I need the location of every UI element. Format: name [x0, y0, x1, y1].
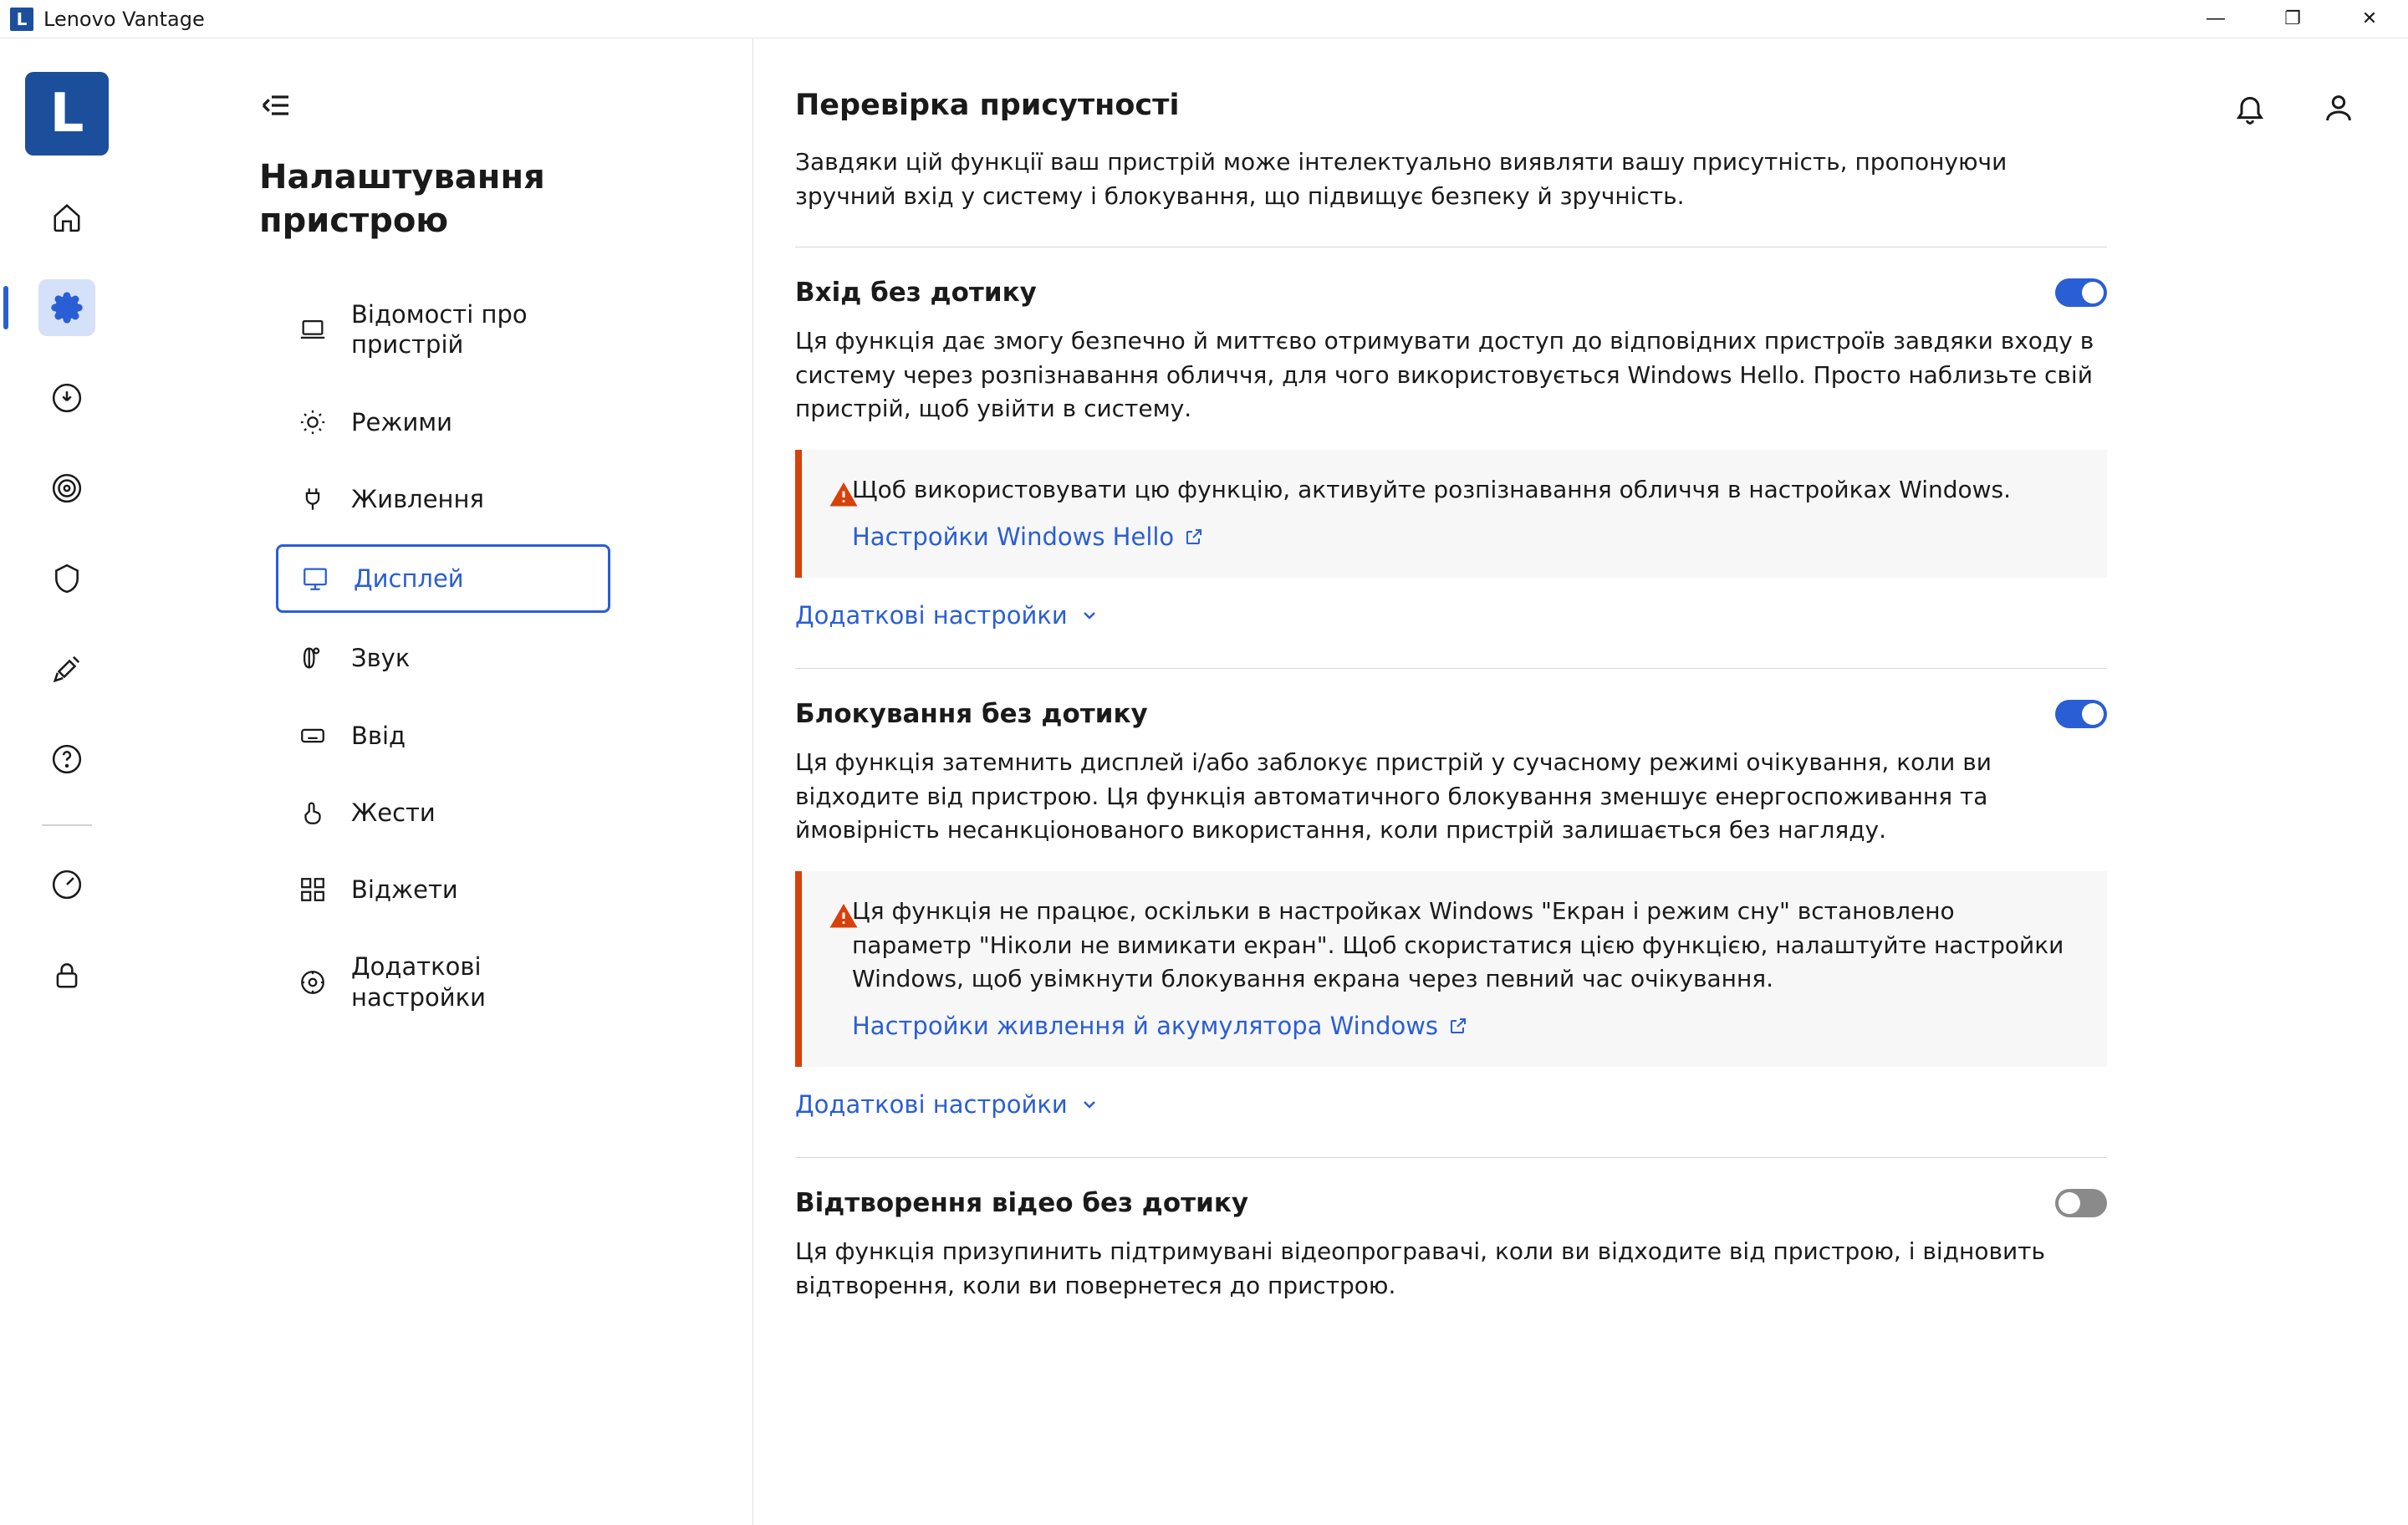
external-link-icon [1448, 1016, 1468, 1036]
touchless-login-alert: Щоб використовувати цю функцію, активуйт… [795, 450, 2107, 578]
cat-modes[interactable]: Режими [276, 390, 610, 454]
keyboard-icon [298, 721, 328, 751]
touchless-login-toggle[interactable] [2055, 278, 2107, 307]
close-button[interactable]: ✕ [2331, 0, 2408, 38]
touchless-login-expand[interactable]: Додаткові настройки [795, 601, 1099, 630]
external-link-icon [1184, 527, 1204, 547]
touchless-lock-alert: Ця функція не працює, оскільки в настрой… [795, 871, 2107, 1067]
touchless-video-title: Відтворення відео без дотику [795, 1188, 1248, 1218]
cat-device-info[interactable]: Відомості про пристрій [276, 283, 610, 377]
section-title: Перевірка присутності [795, 89, 2107, 122]
divider [795, 668, 2107, 669]
nav-help[interactable] [38, 731, 95, 788]
modes-icon [298, 407, 328, 437]
notifications-button[interactable] [2231, 89, 2269, 127]
app-logo: L [25, 72, 109, 156]
alert-text: Щоб використовувати цю функцію, активуйт… [852, 473, 2011, 507]
cat-display[interactable]: Дисплей [276, 544, 610, 613]
divider [795, 1157, 2107, 1158]
nav-target[interactable] [38, 460, 95, 517]
touchless-login-title: Вхід без дотику [795, 278, 1037, 308]
nav-home[interactable] [38, 189, 95, 246]
touchless-lock-expand[interactable]: Додаткові настройки [795, 1090, 1099, 1119]
main-content: Перевірка присутності Завдяки цій функці… [753, 38, 2408, 1525]
nav-downloads[interactable] [38, 370, 95, 426]
section-description: Завдяки цій функції ваш пристрій може ін… [795, 145, 2107, 213]
nav-lock[interactable] [38, 946, 95, 1003]
maximize-button[interactable]: ❐ [2254, 0, 2331, 38]
chevron-down-icon [1079, 1094, 1099, 1114]
touchless-lock-title: Блокування без дотику [795, 699, 1148, 729]
account-button[interactable] [2319, 89, 2358, 127]
cat-sound[interactable]: Звук [276, 626, 610, 690]
touchless-lock-desc: Ця функція затемнить дисплей і/або забло… [795, 746, 2107, 848]
cat-widgets[interactable]: Віджети [276, 858, 610, 921]
toggle-sidebar-button[interactable] [259, 89, 293, 122]
cat-input[interactable]: Ввід [276, 704, 610, 768]
sidebar: Налаштування пристрою Відомості про прис… [134, 38, 752, 1525]
cat-gestures[interactable]: Жести [276, 781, 610, 844]
widgets-icon [298, 875, 328, 905]
nav-device-settings[interactable] [38, 279, 95, 336]
chevron-down-icon [1079, 605, 1099, 625]
page-title: Налаштування пристрою [259, 156, 752, 242]
plug-icon [298, 484, 328, 514]
windows-hello-settings-link[interactable]: Настройки Windows Hello [852, 519, 1204, 554]
touchless-video-desc: Ця функція призупинить підтримувані віде… [795, 1235, 2107, 1303]
gesture-icon [298, 798, 328, 828]
title-bar: L Lenovo Vantage ― ❐ ✕ [0, 0, 2408, 38]
alert-text: Ця функція не працює, оскільки в настрой… [852, 895, 2080, 997]
touchless-lock-toggle[interactable] [2055, 700, 2107, 728]
rail-separator [42, 824, 92, 826]
nav-tools[interactable] [38, 640, 95, 697]
touchless-login-desc: Ця функція дає змогу безпечно й миттєво … [795, 324, 2107, 426]
cat-advanced[interactable]: Додаткові настройки [276, 935, 610, 1029]
nav-performance[interactable] [38, 856, 95, 913]
window-title: Lenovo Vantage [43, 8, 205, 31]
display-icon [300, 564, 330, 594]
nav-rail: L [0, 38, 134, 1525]
advanced-icon [298, 967, 328, 997]
windows-power-settings-link[interactable]: Настройки живлення й акумулятора Windows [852, 1008, 1468, 1043]
nav-security[interactable] [38, 550, 95, 607]
app-icon: L [10, 8, 33, 31]
touchless-video-toggle[interactable] [2055, 1189, 2107, 1217]
sound-icon [298, 643, 328, 673]
minimize-button[interactable]: ― [2177, 0, 2254, 38]
cat-power[interactable]: Живлення [276, 467, 610, 531]
laptop-icon [298, 314, 328, 344]
